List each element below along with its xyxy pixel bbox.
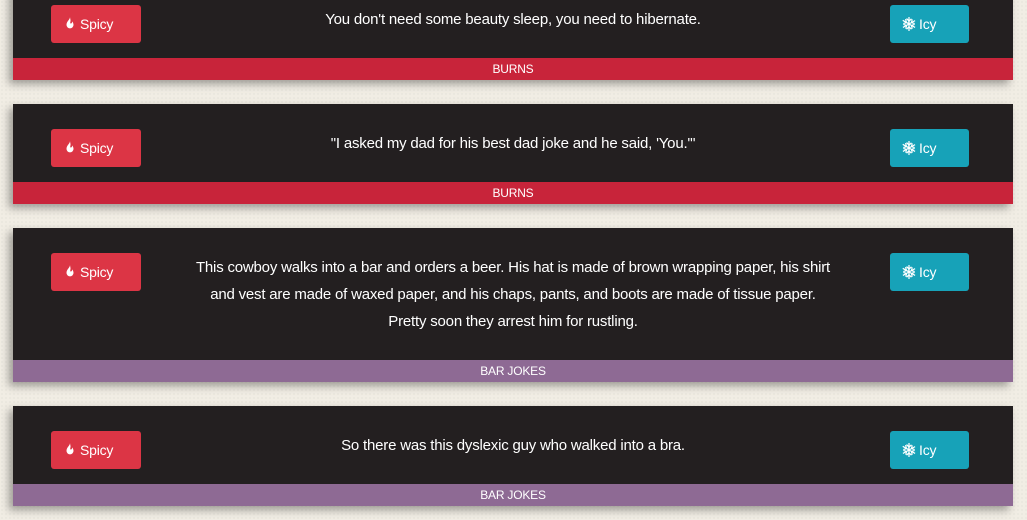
spicy-button[interactable]: Spicy bbox=[51, 431, 141, 469]
category-bar: BAR JOKES bbox=[13, 484, 1013, 506]
spicy-button[interactable]: Spicy bbox=[51, 253, 141, 291]
joke-text: You don't need some beauty sleep, you ne… bbox=[325, 11, 701, 28]
category-bar: BURNS bbox=[13, 182, 1013, 204]
icy-button[interactable]: Icy bbox=[890, 129, 969, 167]
joke-card: Spicy You don't need some beauty sleep, … bbox=[13, 0, 1013, 80]
icy-button[interactable]: Icy bbox=[890, 431, 969, 469]
category-bar: BURNS bbox=[13, 58, 1013, 80]
joke-card: Spicy So there was this dyslexic guy who… bbox=[13, 406, 1013, 506]
spicy-button-label: Spicy bbox=[80, 442, 114, 458]
flame-icon bbox=[63, 443, 77, 457]
joke-card: Spicy This cowboy walks into a bar and o… bbox=[13, 228, 1013, 382]
snowflake-icon bbox=[902, 443, 916, 457]
snowflake-icon bbox=[902, 141, 916, 155]
icy-button[interactable]: Icy bbox=[890, 5, 969, 43]
spicy-button-label: Spicy bbox=[80, 140, 114, 156]
flame-icon bbox=[63, 141, 77, 155]
spicy-button[interactable]: Spicy bbox=[51, 5, 141, 43]
snowflake-icon bbox=[902, 17, 916, 31]
spicy-button-label: Spicy bbox=[80, 16, 114, 32]
icy-button-label: Icy bbox=[919, 442, 937, 458]
icy-button[interactable]: Icy bbox=[890, 253, 969, 291]
snowflake-icon bbox=[902, 265, 916, 279]
joke-text: "I asked my dad for his best dad joke an… bbox=[330, 135, 696, 152]
joke-text: This cowboy walks into a bar and orders … bbox=[195, 259, 831, 330]
spicy-button[interactable]: Spicy bbox=[51, 129, 141, 167]
flame-icon bbox=[63, 17, 77, 31]
category-bar: BAR JOKES bbox=[13, 360, 1013, 382]
flame-icon bbox=[63, 265, 77, 279]
icy-button-label: Icy bbox=[919, 264, 937, 280]
joke-text: So there was this dyslexic guy who walke… bbox=[341, 437, 685, 454]
icy-button-label: Icy bbox=[919, 16, 937, 32]
joke-card: Spicy "I asked my dad for his best dad j… bbox=[13, 104, 1013, 204]
spicy-button-label: Spicy bbox=[80, 264, 114, 280]
icy-button-label: Icy bbox=[919, 140, 937, 156]
